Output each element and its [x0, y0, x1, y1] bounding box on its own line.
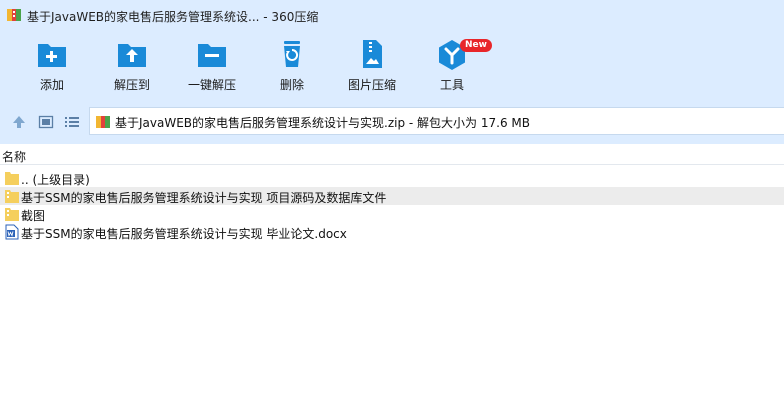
one-click-extract-label: 一键解压 — [187, 78, 236, 92]
image-compress-label: 图片压缩 — [347, 78, 396, 92]
tools-button[interactable]: New 工具 — [417, 38, 492, 96]
list-item-name: .. (上级目录) — [21, 173, 90, 187]
word-doc-icon — [5, 224, 19, 240]
list-item-name: 基于SSM的家电售后服务管理系统设计与实现 项目源码及数据库文件 — [21, 191, 387, 205]
list-item-name: 截图 — [21, 209, 46, 223]
up-arrow-icon[interactable] — [11, 114, 27, 130]
list-item[interactable]: 基于SSM的家电售后服务管理系统设计与实现 项目源码及数据库文件 — [0, 187, 784, 205]
folder-up-icon — [5, 172, 19, 185]
toolbar: 添加 解压到 一键解压 删除 图片压缩 New 工具 — [0, 30, 784, 100]
add-folder-icon — [38, 44, 66, 67]
extract-to-label: 解压到 — [113, 78, 150, 92]
app-archive-icon — [7, 9, 21, 21]
add-label: 添加 — [39, 78, 64, 92]
path-field[interactable]: 基于JavaWEB的家电售后服务管理系统设计与实现.zip - 解包大小为 17… — [89, 107, 784, 135]
extract-to-button[interactable]: 解压到 — [97, 38, 167, 96]
address-bar: 基于JavaWEB的家电售后服务管理系统设计与实现.zip - 解包大小为 17… — [0, 100, 784, 144]
one-click-extract-button[interactable]: 一键解压 — [177, 38, 247, 96]
list-view-icon[interactable] — [64, 114, 80, 130]
one-click-extract-icon — [198, 44, 226, 67]
image-compress-button[interactable]: 图片压缩 — [337, 38, 407, 96]
list-item[interactable]: .. (上级目录) — [0, 169, 784, 187]
extract-folder-icon — [118, 44, 146, 67]
tools-label: 工具 — [439, 78, 464, 92]
new-badge: New — [460, 39, 492, 52]
title-bar: 基于JavaWEB的家电售后服务管理系统设... - 360压缩 — [0, 0, 784, 30]
archive-path-text: 基于JavaWEB的家电售后服务管理系统设计与实现.zip - 解包大小为 17… — [115, 116, 530, 130]
add-button[interactable]: 添加 — [17, 38, 87, 96]
list-item[interactable]: 截图 — [0, 205, 784, 223]
folder-zip-icon — [5, 208, 19, 221]
list-item[interactable]: 基于SSM的家电售后服务管理系统设计与实现 毕业论文.docx — [0, 223, 784, 241]
thumbnail-view-icon[interactable] — [38, 114, 54, 130]
recycle-bin-icon — [284, 41, 300, 67]
window-title: 基于JavaWEB的家电售后服务管理系统设... - 360压缩 — [27, 10, 319, 24]
name-column-header[interactable]: 名称 — [2, 148, 26, 165]
list-item-name: 基于SSM的家电售后服务管理系统设计与实现 毕业论文.docx — [21, 227, 347, 241]
zip-file-icon — [96, 116, 110, 128]
image-zip-icon — [363, 40, 382, 68]
folder-zip-icon — [5, 190, 19, 203]
delete-label: 删除 — [279, 78, 304, 92]
delete-button[interactable]: 删除 — [257, 38, 327, 96]
list-column-header: 名称 — [0, 144, 784, 165]
